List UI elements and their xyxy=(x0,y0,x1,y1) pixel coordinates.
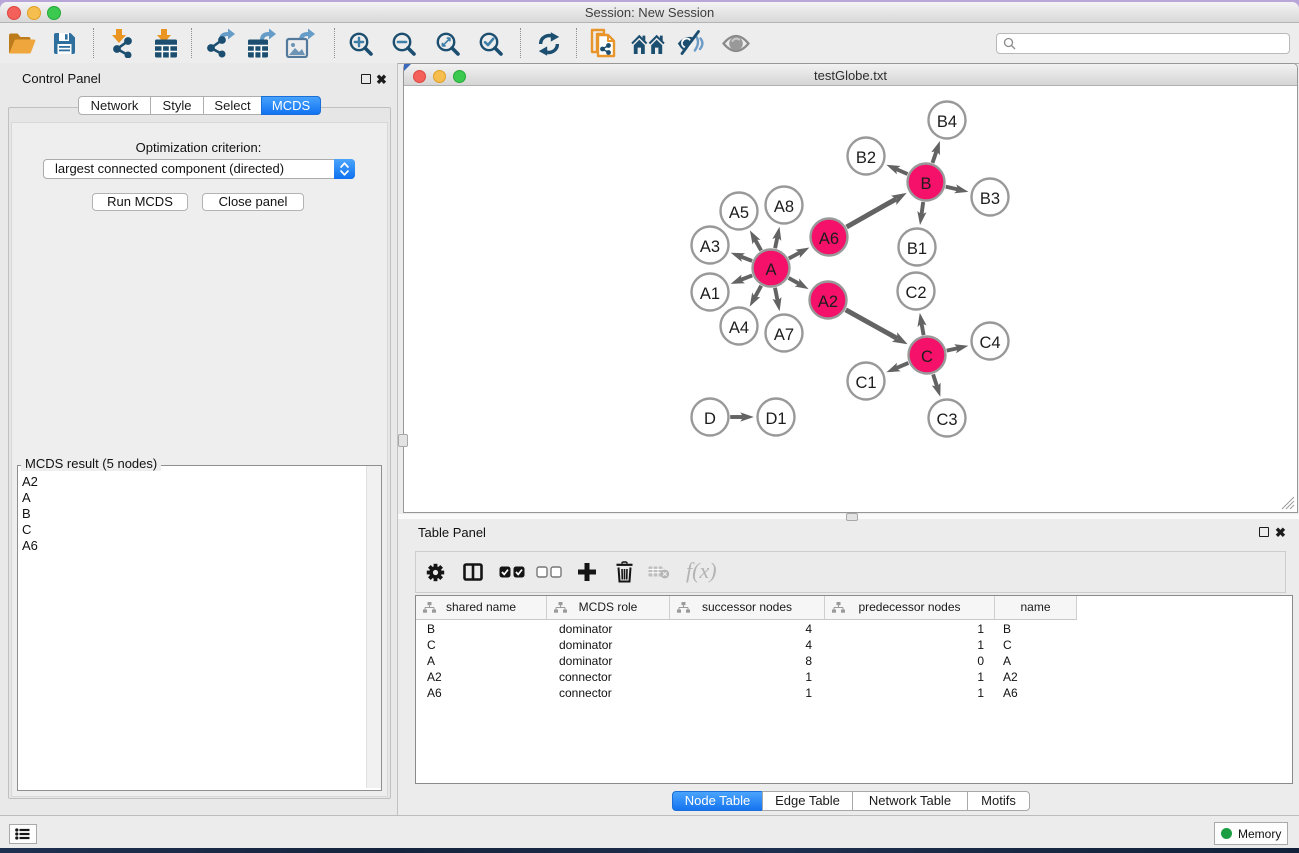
svg-text:B3: B3 xyxy=(980,190,1000,208)
svg-text:A5: A5 xyxy=(729,204,749,222)
svg-text:A: A xyxy=(765,261,776,279)
svg-text:C3: C3 xyxy=(936,411,957,429)
svg-text:A4: A4 xyxy=(729,319,749,337)
svg-text:C1: C1 xyxy=(855,374,876,392)
svg-text:C2: C2 xyxy=(905,284,926,302)
svg-text:B: B xyxy=(920,175,931,193)
svg-text:C4: C4 xyxy=(979,334,1000,352)
svg-text:B2: B2 xyxy=(856,149,876,167)
svg-text:D: D xyxy=(704,410,716,428)
svg-text:A6: A6 xyxy=(819,230,839,248)
svg-text:A8: A8 xyxy=(774,198,794,216)
svg-text:A3: A3 xyxy=(700,238,720,256)
svg-text:A7: A7 xyxy=(774,326,794,344)
svg-text:A2: A2 xyxy=(818,293,838,311)
svg-text:B1: B1 xyxy=(907,240,927,258)
svg-text:A1: A1 xyxy=(700,285,720,303)
svg-text:D1: D1 xyxy=(765,410,786,428)
svg-text:B4: B4 xyxy=(937,113,957,131)
svg-text:C: C xyxy=(921,348,933,366)
